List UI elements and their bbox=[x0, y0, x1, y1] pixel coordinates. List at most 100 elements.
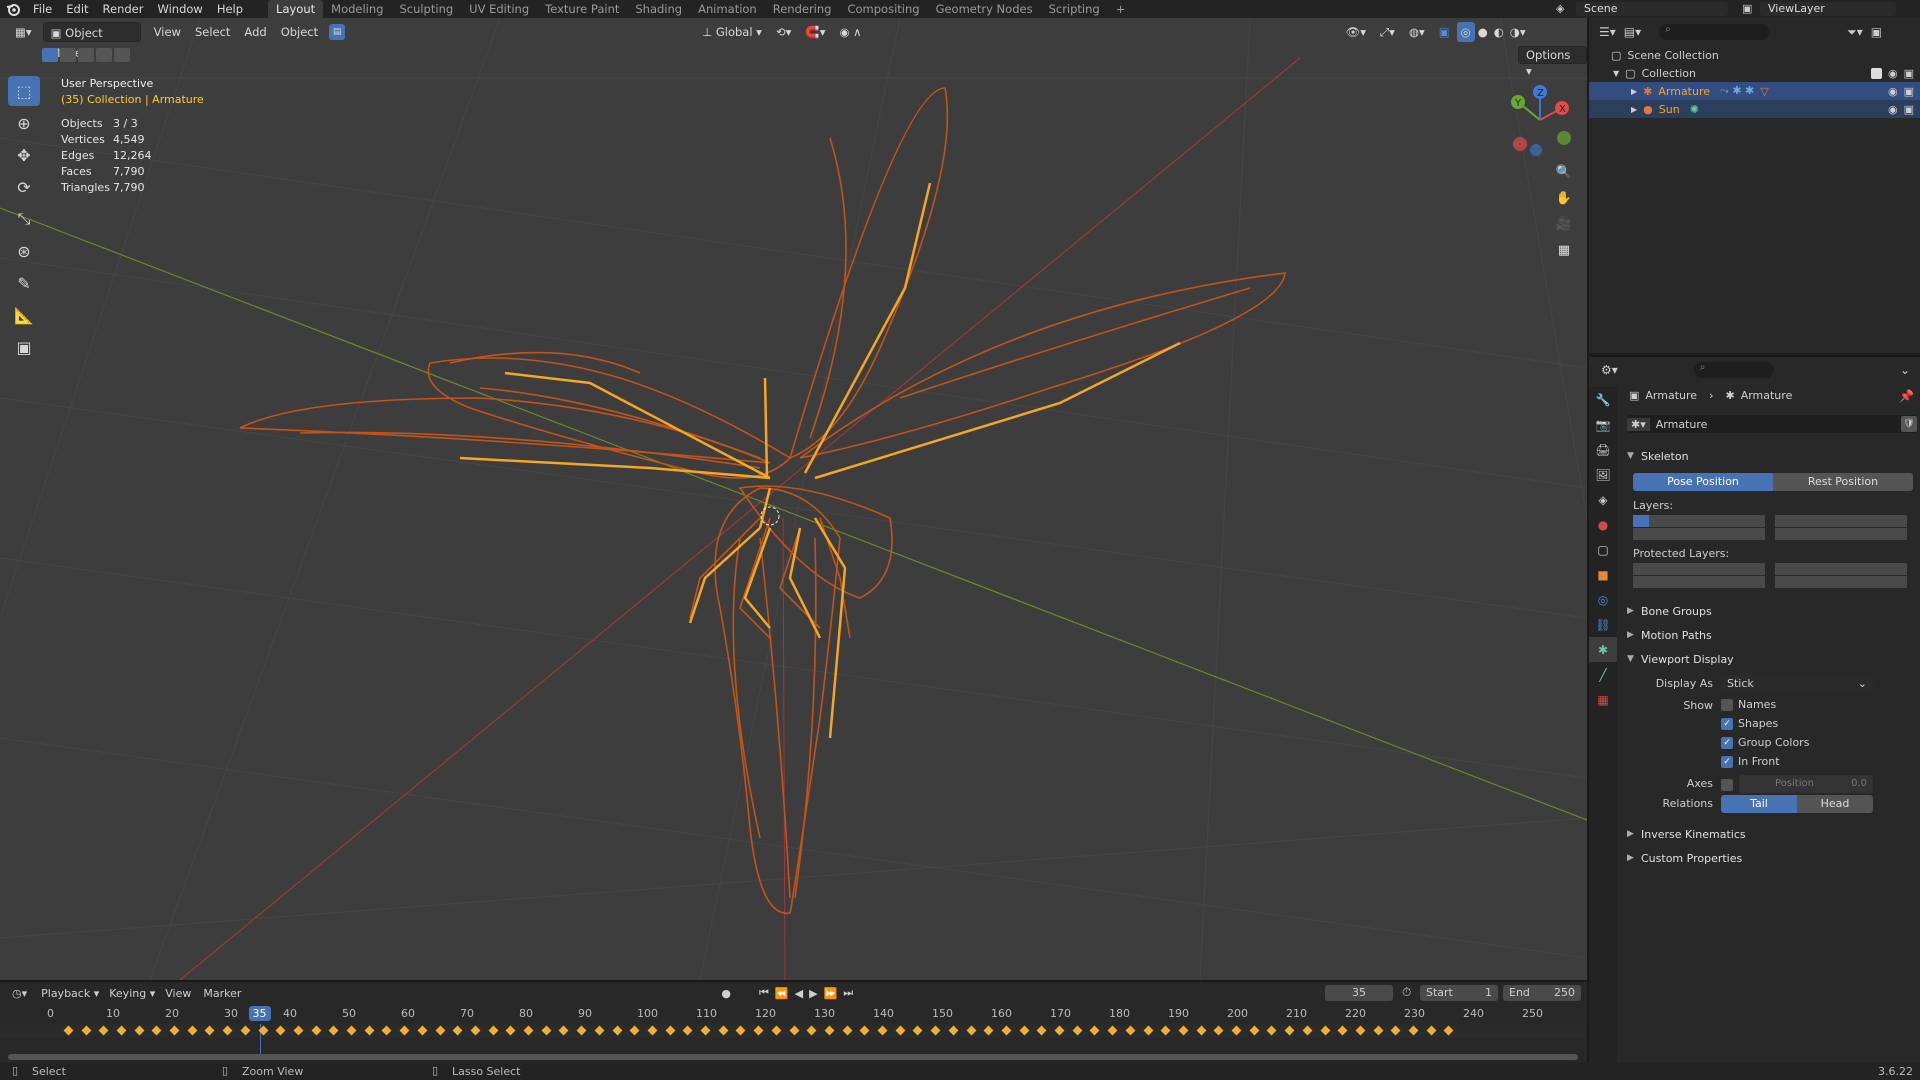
transform-icon[interactable]: ⊛ bbox=[8, 236, 40, 266]
wireframe-shading-icon[interactable]: ◎ bbox=[1456, 22, 1475, 42]
keyframe-diamond[interactable] bbox=[452, 1025, 463, 1036]
properties-search-input[interactable]: ⌕ bbox=[1693, 362, 1774, 378]
pivot-icon[interactable]: ⟲▾ bbox=[769, 22, 798, 42]
gizmo-icon[interactable]: ⤢▾ bbox=[1373, 22, 1402, 42]
keyframe-diamond[interactable] bbox=[753, 1025, 764, 1036]
keyframe-diamond[interactable] bbox=[1284, 1025, 1295, 1036]
panel-viewport-display[interactable]: ▼ Viewport Display bbox=[1627, 648, 1917, 670]
keyframe-diamond[interactable] bbox=[1249, 1025, 1260, 1036]
keyframe-diamond[interactable] bbox=[1443, 1025, 1454, 1036]
keyframe-diamond[interactable] bbox=[240, 1025, 251, 1036]
add-workspace-icon[interactable]: + bbox=[1108, 0, 1134, 18]
view-layer-selector[interactable]: ViewLayer bbox=[1760, 2, 1896, 16]
keyframe-diamond[interactable] bbox=[1178, 1025, 1189, 1036]
keyframe-diamond[interactable] bbox=[417, 1025, 428, 1036]
pin-icon[interactable]: 📌 bbox=[1899, 389, 1914, 403]
keyframe-diamond[interactable] bbox=[116, 1025, 127, 1036]
rest-position-button[interactable]: Rest Position bbox=[1773, 473, 1913, 491]
start-frame-field[interactable]: Start 1 bbox=[1420, 985, 1498, 1001]
keyframe-diamond[interactable] bbox=[1213, 1025, 1224, 1036]
viewport-canvas[interactable] bbox=[0, 18, 1587, 980]
snap-icon[interactable]: 🧲▾ bbox=[798, 22, 832, 42]
editor-type-icon[interactable]: ▦▾ bbox=[8, 22, 39, 42]
keyframe-diamond[interactable] bbox=[629, 1025, 640, 1036]
collection-row[interactable]: ▼ ▢ Collection ◉ ▣ bbox=[1589, 64, 1920, 82]
keyframe-diamond[interactable] bbox=[912, 1025, 923, 1036]
fake-user-icon[interactable]: 🛡 bbox=[1901, 416, 1917, 432]
select-new-icon[interactable] bbox=[42, 48, 58, 62]
tab-modeling[interactable]: Modeling bbox=[323, 0, 391, 18]
keyframe-diamond[interactable] bbox=[151, 1025, 162, 1036]
keyframe-diamond[interactable] bbox=[789, 1025, 799, 1036]
jump-start-icon[interactable]: ⏮ bbox=[759, 986, 769, 1000]
pose-position-button[interactable]: Pose Position bbox=[1633, 473, 1773, 491]
tab-texture-paint[interactable]: Texture Paint bbox=[537, 0, 627, 18]
chevron-down-icon[interactable]: ⌄ bbox=[1900, 363, 1910, 377]
physics-tab-icon[interactable]: ◎ bbox=[1589, 587, 1617, 612]
menu-render[interactable]: Render bbox=[96, 0, 151, 18]
armature-data-tab-icon[interactable]: ✱ bbox=[1589, 637, 1617, 662]
scene-selector[interactable]: Scene bbox=[1576, 2, 1728, 16]
shapes-checkbox[interactable]: ✓ Shapes bbox=[1721, 717, 1778, 730]
tab-scripting[interactable]: Scripting bbox=[1041, 0, 1108, 18]
chevron-right-icon[interactable]: ▶ bbox=[1631, 105, 1637, 114]
tab-compositing[interactable]: Compositing bbox=[839, 0, 927, 18]
scene-collection-row[interactable]: ▢ Scene Collection bbox=[1589, 46, 1920, 64]
keyframe-diamond[interactable] bbox=[594, 1025, 605, 1036]
menu-add[interactable]: Add bbox=[237, 22, 273, 42]
keyframe-diamond[interactable] bbox=[364, 1025, 375, 1036]
keyframe-diamond[interactable] bbox=[1266, 1025, 1277, 1036]
panel-skeleton[interactable]: ▼ Skeleton bbox=[1627, 445, 1917, 467]
options-dropdown[interactable]: Options ▾ bbox=[1518, 46, 1587, 78]
keyframe-diamond[interactable] bbox=[1302, 1025, 1313, 1036]
marker-menu[interactable]: Marker bbox=[203, 987, 241, 1000]
menu-object[interactable]: Object bbox=[274, 22, 325, 42]
measure-icon[interactable]: 📐 bbox=[8, 300, 40, 330]
rotate-icon[interactable]: ⟳ bbox=[8, 172, 40, 202]
constraints-tab-icon[interactable]: ⛓ bbox=[1589, 612, 1617, 637]
panel-custom-properties[interactable]: ▶ Custom Properties bbox=[1627, 847, 1917, 869]
camera-render-icon[interactable]: ▣ bbox=[1904, 103, 1914, 116]
keyframe-diamond[interactable] bbox=[435, 1025, 445, 1036]
chevron-down-icon[interactable]: ▼ bbox=[1613, 69, 1619, 78]
outliner-item-sun[interactable]: ▶ ● Sun ✺ ◉ ▣ bbox=[1589, 100, 1920, 118]
names-checkbox[interactable]: Names bbox=[1721, 698, 1776, 711]
tab-layout[interactable]: Layout bbox=[268, 0, 324, 18]
record-icon[interactable]: ● bbox=[721, 987, 731, 1000]
eye-icon[interactable]: ◉ bbox=[1888, 67, 1898, 80]
keyframe-diamond[interactable] bbox=[1373, 1025, 1384, 1036]
select-subtract-icon[interactable] bbox=[78, 48, 94, 62]
play-reverse-icon[interactable]: ◀ bbox=[795, 987, 803, 1000]
head-button[interactable]: Head bbox=[1797, 795, 1873, 813]
outliner-item-armature[interactable]: ▶ ✱ Armature ⤳ ✱ ✱ ▽ ◉ ▣ bbox=[1589, 82, 1920, 100]
keyframe-diamond[interactable] bbox=[806, 1025, 817, 1036]
select-invert-icon[interactable] bbox=[96, 48, 112, 62]
keyframe-diamond[interactable] bbox=[169, 1025, 180, 1036]
view-layer-icon[interactable]: ▣ bbox=[1742, 2, 1752, 15]
playback-menu[interactable]: Playback ▾ bbox=[41, 987, 99, 1000]
chevron-right-icon[interactable]: ▶ bbox=[1631, 87, 1637, 96]
end-frame-field[interactable]: End 250 bbox=[1503, 985, 1581, 1001]
prev-keyframe-icon[interactable]: ⏪ bbox=[775, 987, 789, 1000]
keyframe-diamond[interactable] bbox=[399, 1025, 410, 1036]
keying-menu[interactable]: Keying ▾ bbox=[109, 987, 155, 1000]
keyframe-diamond[interactable] bbox=[222, 1025, 233, 1036]
timeline-scrollbar[interactable] bbox=[8, 1054, 1578, 1060]
menu-window[interactable]: Window bbox=[150, 0, 209, 18]
blender-logo-icon[interactable] bbox=[0, 0, 26, 18]
keyframe-diamond[interactable] bbox=[1337, 1025, 1348, 1036]
timeline-view-menu[interactable]: View bbox=[165, 987, 191, 1000]
layers-grid[interactable] bbox=[1633, 515, 1913, 541]
keyframe-diamond[interactable] bbox=[293, 1025, 304, 1036]
outliner-editor-icon[interactable]: ☰▾ bbox=[1599, 25, 1616, 39]
keyframe-diamond[interactable] bbox=[824, 1025, 835, 1036]
keyframe-diamond[interactable] bbox=[505, 1025, 516, 1036]
keyframe-diamond[interactable] bbox=[1089, 1025, 1100, 1036]
keyframe-diamond[interactable] bbox=[966, 1025, 976, 1036]
keyframe-diamond[interactable] bbox=[275, 1025, 286, 1036]
3d-viewport[interactable]: ▦▾ ▣ Object Mode ▾ View Select Add Objec… bbox=[0, 18, 1587, 980]
eye-icon[interactable]: ◉ bbox=[1888, 103, 1898, 116]
keyframe-diamond[interactable] bbox=[134, 1025, 145, 1036]
keyframe-diamond[interactable] bbox=[1231, 1025, 1242, 1036]
keyframe-diamond[interactable] bbox=[523, 1025, 534, 1036]
